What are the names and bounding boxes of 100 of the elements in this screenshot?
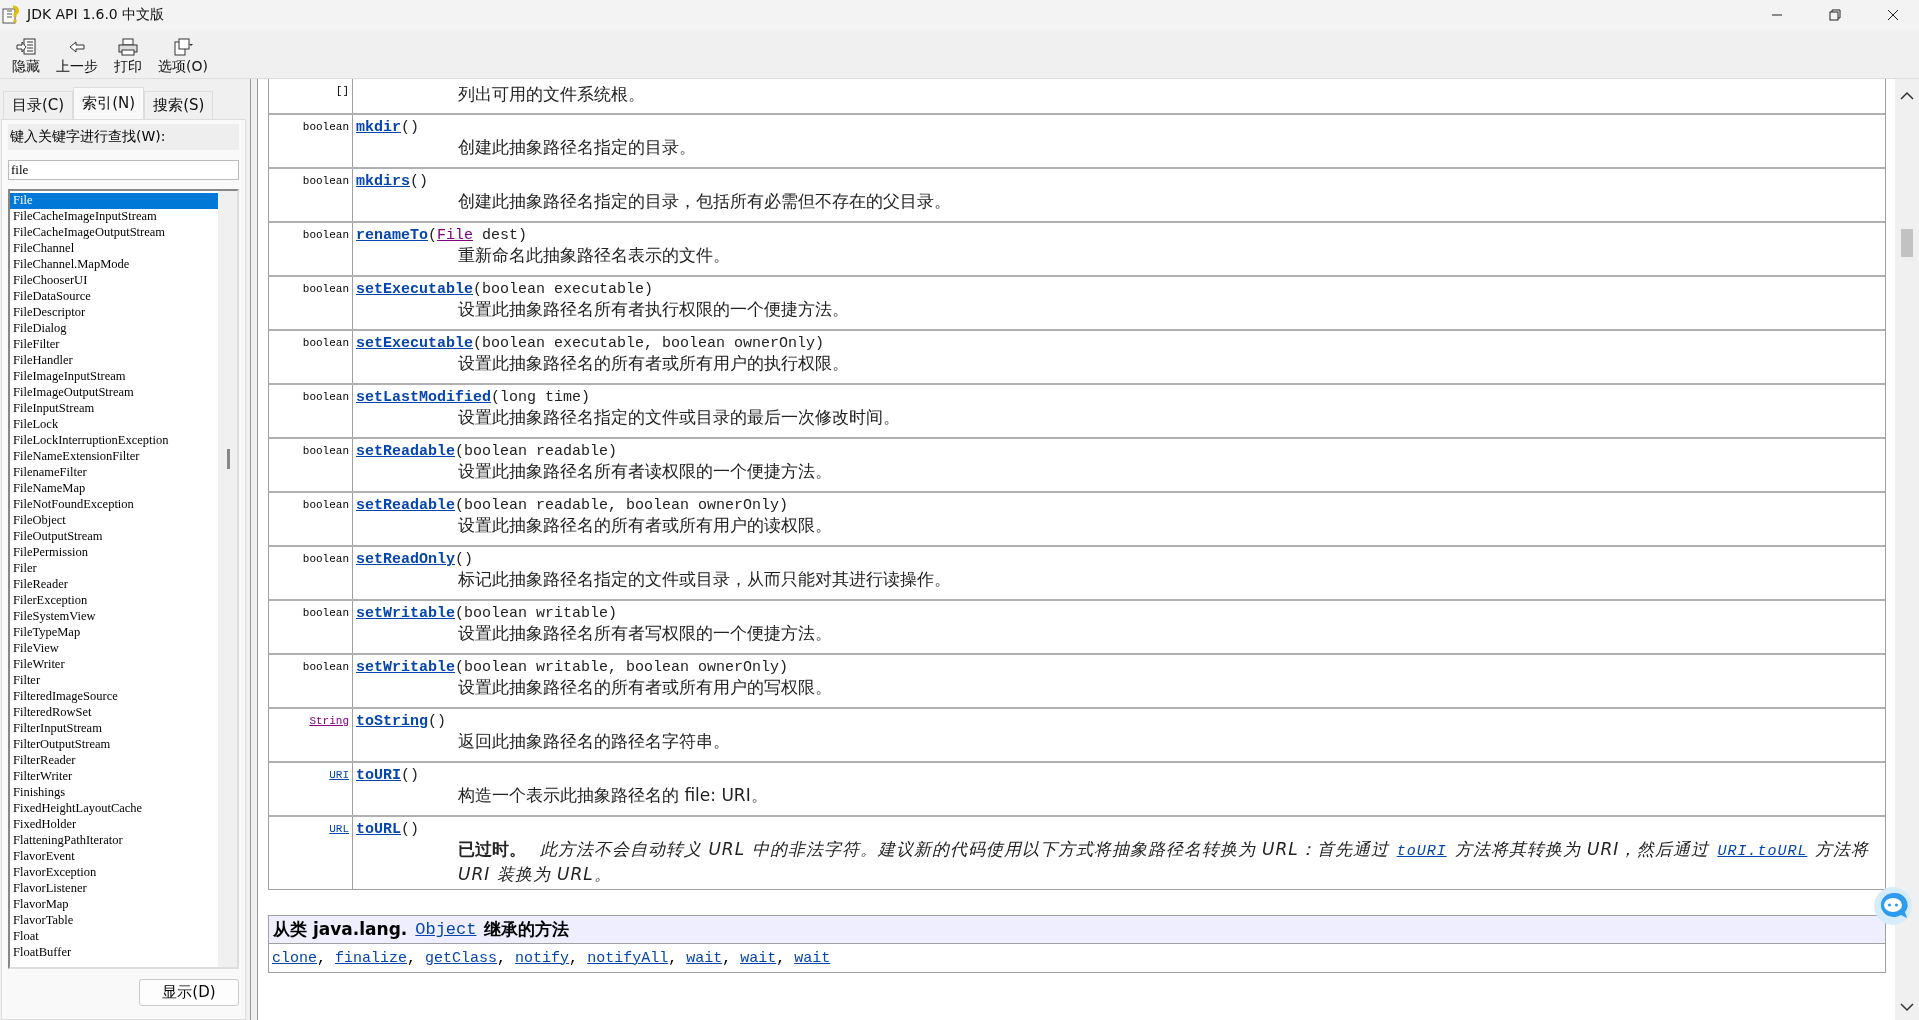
index-item[interactable]: FilterOutputStream [10, 737, 218, 753]
tab[interactable]: 搜索(S) [144, 91, 214, 119]
method-link[interactable]: notify [515, 949, 570, 967]
class-link[interactable]: File [437, 227, 474, 244]
method-link[interactable]: wait [794, 949, 831, 967]
index-item[interactable]: FileCacheImageOutputStream [10, 225, 218, 241]
index-item[interactable]: FileReader [10, 577, 218, 593]
index-item[interactable]: Filer [10, 561, 218, 577]
index-item[interactable]: FlavorException [10, 865, 218, 881]
return-type: boolean [302, 391, 349, 403]
index-item[interactable]: Float [10, 929, 218, 945]
scrollbar-thumb[interactable] [227, 449, 230, 469]
return-type: boolean [302, 607, 349, 619]
index-item[interactable]: FileWriter [10, 657, 218, 673]
method-link[interactable]: toURI [356, 767, 401, 784]
tab[interactable]: 索引(N) [73, 87, 145, 119]
separator: , [722, 949, 733, 967]
index-item[interactable]: FileChannel [10, 241, 218, 257]
index-item[interactable]: FileChannel.MapMode [10, 257, 218, 273]
parameters: ( [428, 227, 438, 244]
index-item[interactable]: FilerException [10, 593, 218, 609]
index-item[interactable]: FilterReader [10, 753, 218, 769]
type-link[interactable]: String [309, 715, 349, 727]
index-item[interactable]: FileNotFoundException [10, 497, 218, 513]
index-item[interactable]: FilterInputStream [10, 721, 218, 737]
chat-bubble-icon[interactable] [1873, 886, 1913, 926]
method-link[interactable]: setWritable [356, 605, 456, 622]
index-item[interactable]: File [10, 193, 218, 209]
index-item[interactable]: FlatteningPathIterator [10, 833, 218, 849]
return-type: boolean [302, 337, 349, 349]
index-item[interactable]: FlavorMap [10, 897, 218, 913]
index-item[interactable]: FileHandler [10, 353, 218, 369]
class-link[interactable]: Object [415, 920, 477, 939]
index-item[interactable]: FileImageInputStream [10, 369, 218, 385]
method-link[interactable]: mkdirs [356, 173, 410, 190]
method-link[interactable]: renameTo [356, 227, 428, 244]
method-link[interactable]: mkdir [356, 119, 401, 136]
index-item[interactable]: FileSystemView [10, 609, 218, 625]
tab[interactable]: 目录(C) [3, 91, 74, 119]
method-link[interactable]: setExecutable [356, 335, 474, 352]
scroll-down-icon[interactable] [1900, 1002, 1914, 1012]
method-description: 列出可用的文件系统根。 [457, 83, 646, 106]
keyword-field[interactable]: file [8, 160, 239, 180]
toolbar-button[interactable]: 隐藏 [6, 38, 46, 78]
method-link[interactable]: getClass [425, 949, 498, 967]
method-link[interactable]: finalize [335, 949, 408, 967]
scroll-up-icon[interactable] [1900, 91, 1914, 101]
method-link[interactable]: toURL [356, 821, 401, 838]
method-link[interactable]: toString [356, 713, 428, 730]
index-item[interactable]: Finishings [10, 785, 218, 801]
index-item[interactable]: FilteredImageSource [10, 689, 218, 705]
index-item[interactable]: FlavorEvent [10, 849, 218, 865]
method-link[interactable]: toURI [1396, 843, 1447, 860]
method-link[interactable]: clone [272, 949, 317, 967]
toolbar-button[interactable]: 选项(O) [152, 38, 214, 78]
method-link[interactable]: wait [686, 949, 723, 967]
method-link[interactable]: setExecutable [356, 281, 474, 298]
toolbar-button[interactable]: 上一步 [50, 38, 104, 78]
index-item[interactable]: FileTypeMap [10, 625, 218, 641]
index-item[interactable]: FixedHeightLayoutCache [10, 801, 218, 817]
index-item[interactable]: FilePermission [10, 545, 218, 561]
index-item[interactable]: FilenameFilter [10, 465, 218, 481]
index-item[interactable]: FileObject [10, 513, 218, 529]
method-link[interactable]: setLastModified [356, 389, 492, 406]
index-item[interactable]: FileDialog [10, 321, 218, 337]
index-item[interactable]: Filter [10, 673, 218, 689]
index-item[interactable]: FileNameMap [10, 481, 218, 497]
display-button[interactable]: 显示(D) [139, 979, 239, 1006]
type-link[interactable]: URI [329, 769, 349, 781]
method-link[interactable]: setReadable [356, 497, 456, 514]
method-link[interactable]: setReadOnly [356, 551, 456, 568]
toolbar-button[interactable]: 打印 [108, 38, 148, 78]
index-item[interactable]: FileLock [10, 417, 218, 433]
index-item[interactable]: FilteredRowSet [10, 705, 218, 721]
index-item[interactable]: FileImageOutputStream [10, 385, 218, 401]
scrollbar-thumb[interactable] [1901, 229, 1913, 257]
method-link[interactable]: setReadable [356, 443, 456, 460]
index-item[interactable]: FileNameExtensionFilter [10, 449, 218, 465]
index-item[interactable]: FilterWriter [10, 769, 218, 785]
index-item[interactable]: FileCacheImageInputStream [10, 209, 218, 225]
index-item[interactable]: FixedHolder [10, 817, 218, 833]
method-link[interactable]: URI.toURL [1717, 843, 1808, 860]
splitter[interactable] [250, 79, 258, 1020]
index-item[interactable]: FileDataSource [10, 289, 218, 305]
index-item[interactable]: FlavorListener [10, 881, 218, 897]
index-item[interactable]: FileInputStream [10, 401, 218, 417]
index-item[interactable]: FileChooserUI [10, 273, 218, 289]
type-link[interactable]: URL [329, 823, 349, 835]
index-item[interactable]: FileFilter [10, 337, 218, 353]
index-item[interactable]: FileDescriptor [10, 305, 218, 321]
restore-icon[interactable] [1829, 9, 1841, 21]
method-link[interactable]: notifyAll [587, 949, 669, 967]
method-link[interactable]: setWritable [356, 659, 456, 676]
index-item[interactable]: FileLockInterruptionException [10, 433, 218, 449]
index-item[interactable]: FileView [10, 641, 218, 657]
index-item[interactable]: FloatBuffer [10, 945, 218, 961]
index-item[interactable]: FileOutputStream [10, 529, 218, 545]
method-link[interactable]: wait [740, 949, 777, 967]
index-item[interactable]: FlavorTable [10, 913, 218, 929]
close-icon[interactable] [1887, 9, 1899, 21]
